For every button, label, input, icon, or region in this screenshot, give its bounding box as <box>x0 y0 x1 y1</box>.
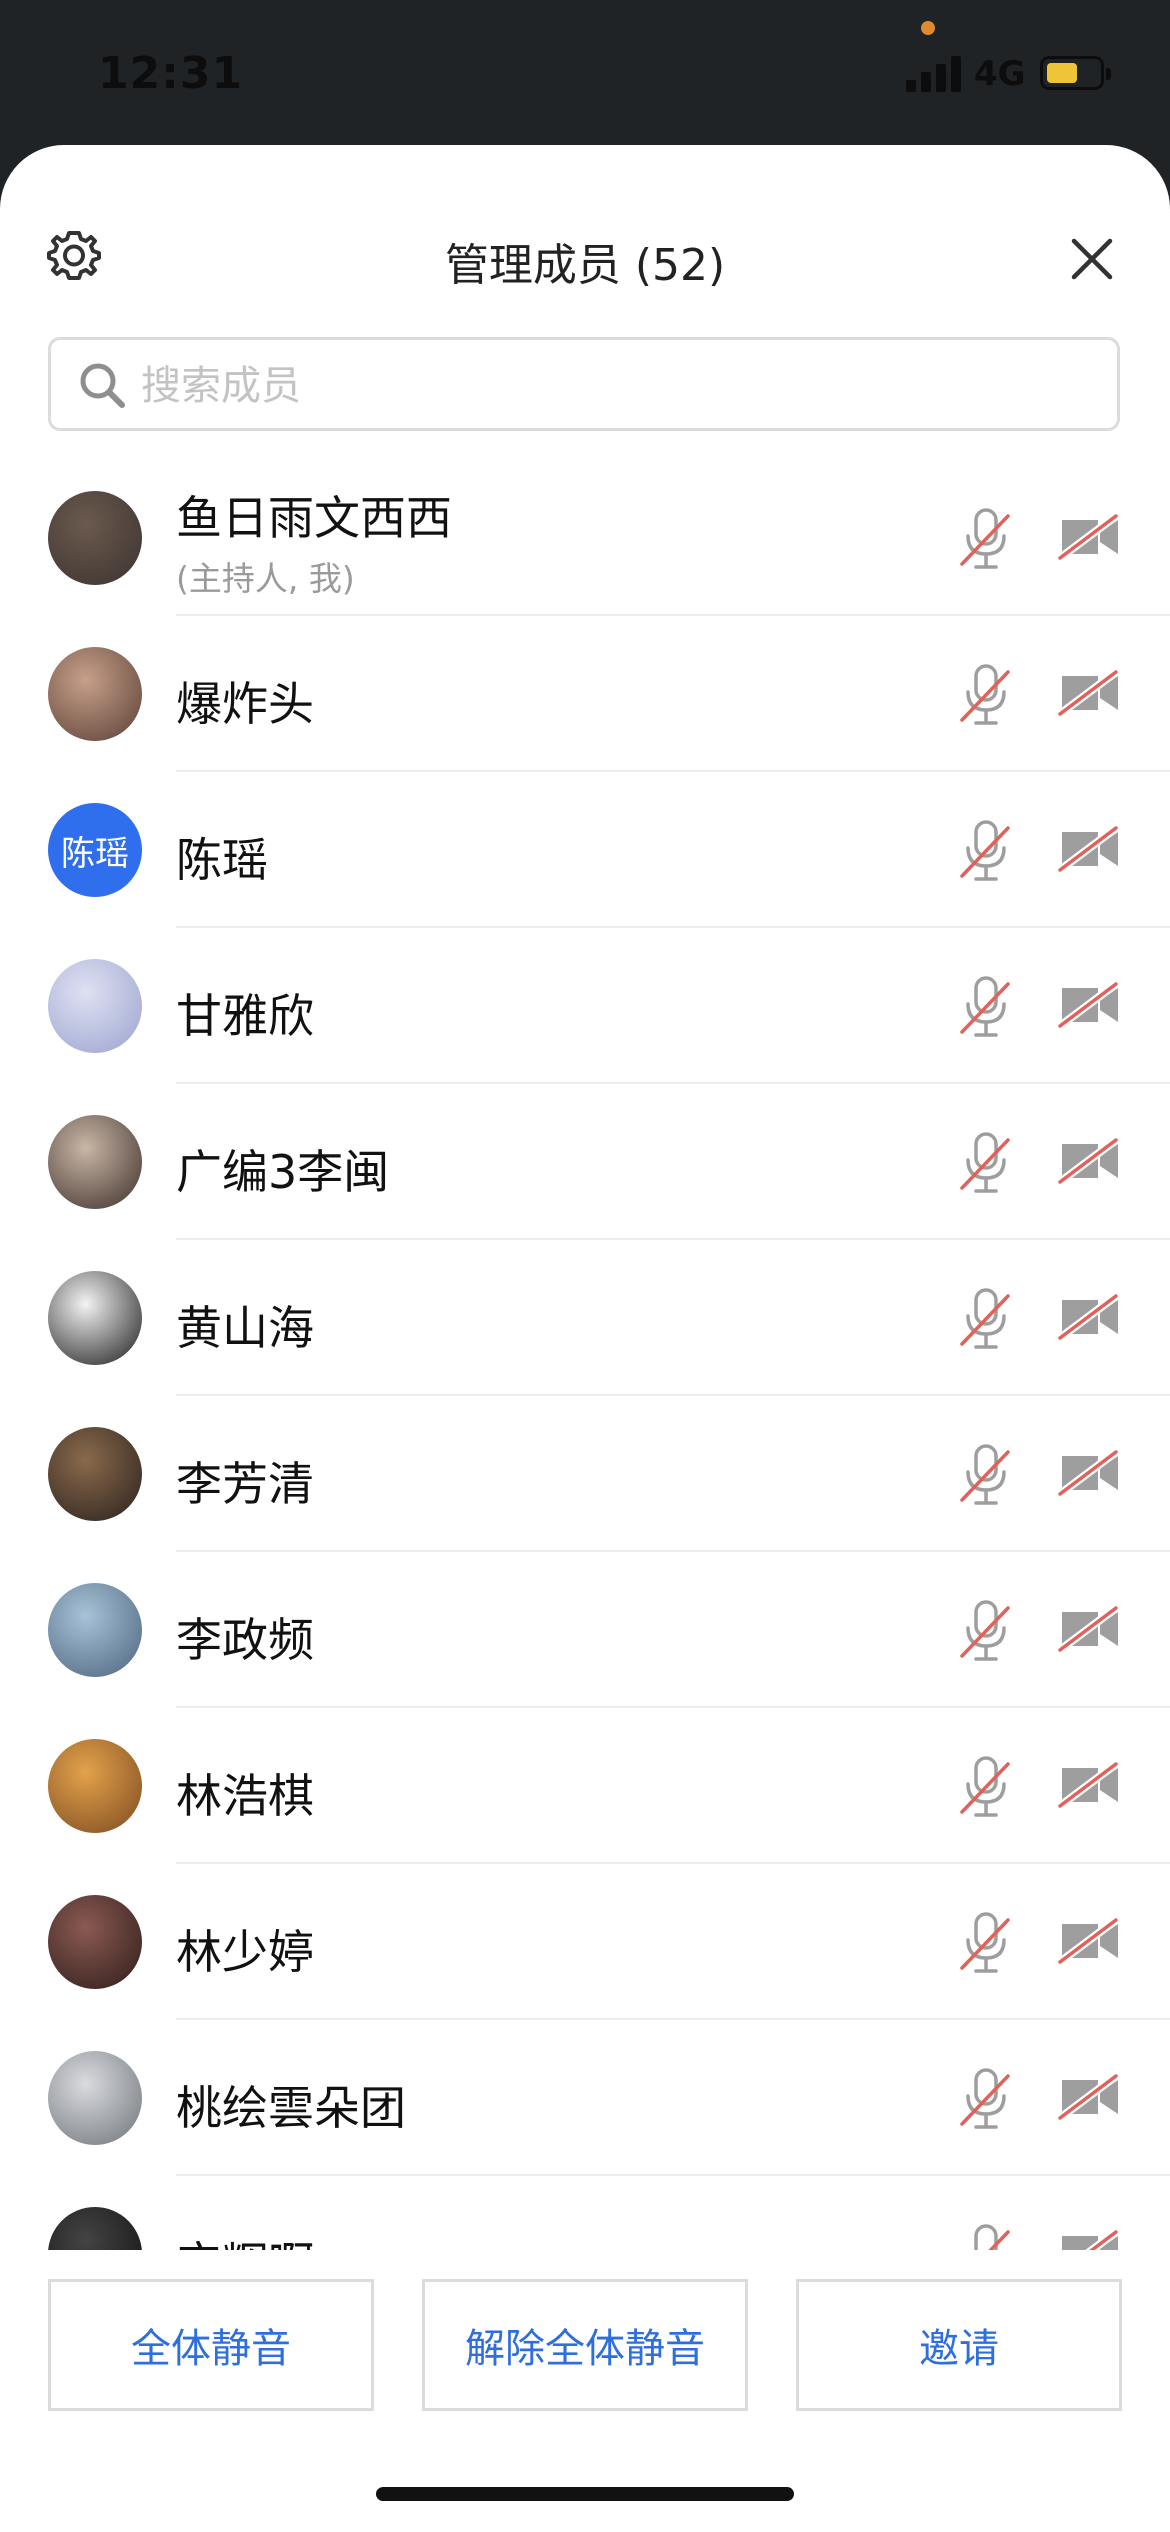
member-row[interactable]: 李政频 <box>0 1552 1170 1708</box>
member-avatar <box>48 1115 142 1209</box>
member-avatar <box>48 959 142 1053</box>
member-list: 鱼日雨文西西 (主持人, 我) 爆炸头陈瑶 陈瑶甘雅欣广编3李闽黄山海李芳清李政频林浩… <box>0 460 1170 2250</box>
cellular-signal-icon <box>906 56 962 92</box>
member-avatar <box>48 2051 142 2145</box>
mic-muted-icon[interactable] <box>958 1598 1014 1664</box>
camera-off-icon[interactable] <box>1058 2228 1122 2250</box>
camera-off-icon[interactable] <box>1056 1760 1122 1810</box>
member-row[interactable]: 林浩棋 <box>0 1708 1170 1864</box>
mic-muted-icon[interactable] <box>958 662 1014 728</box>
camera-off-icon[interactable] <box>1056 512 1122 562</box>
camera-off-icon[interactable] <box>1056 1604 1122 1654</box>
home-indicator <box>376 2487 794 2501</box>
mic-muted-icon[interactable] <box>958 1754 1014 1820</box>
member-name: 黄山海 <box>176 1301 314 1355</box>
member-row[interactable]: 林少婷 <box>0 1864 1170 2020</box>
member-row[interactable]: 甘雅欣 <box>0 928 1170 1084</box>
member-avatar <box>48 1739 142 1833</box>
search-icon <box>80 363 125 408</box>
status-time: 12:31 <box>98 48 244 99</box>
mic-muted-icon[interactable] <box>958 2222 1014 2250</box>
camera-off-icon[interactable] <box>1056 1916 1122 1966</box>
invite-button[interactable]: 邀请 <box>796 2279 1122 2411</box>
member-role: (主持人, 我) <box>176 559 355 598</box>
privacy-indicator-dot <box>921 21 935 35</box>
member-avatar <box>48 2207 142 2250</box>
member-avatar <box>48 491 142 585</box>
camera-off-icon[interactable] <box>1056 1448 1122 1498</box>
battery-icon <box>1040 56 1111 90</box>
status-bar: 12:31 4G <box>0 0 1170 145</box>
camera-off-icon[interactable] <box>1056 1136 1122 1186</box>
mic-muted-icon[interactable] <box>958 506 1014 572</box>
member-row[interactable]: 宝辉啊 <box>0 2176 1170 2250</box>
member-name: 桃绘雲朵团 <box>176 2081 406 2135</box>
mic-muted-icon[interactable] <box>958 974 1014 1040</box>
member-avatar: 陈瑶 <box>48 803 142 897</box>
member-name: 林少婷 <box>176 1925 314 1979</box>
camera-off-icon[interactable] <box>1056 824 1122 874</box>
mic-muted-icon[interactable] <box>958 1910 1014 1976</box>
member-row[interactable]: 李芳清 <box>0 1396 1170 1552</box>
member-row[interactable]: 桃绘雲朵团 <box>0 2020 1170 2176</box>
mic-muted-icon[interactable] <box>958 818 1014 884</box>
member-row[interactable]: 陈瑶 陈瑶 <box>0 772 1170 928</box>
mic-muted-icon[interactable] <box>958 1286 1014 1352</box>
member-name: 广编3李闽 <box>176 1145 390 1199</box>
member-name: 宝辉啊 <box>176 2228 314 2250</box>
member-name: 鱼日雨文西西 <box>176 491 452 545</box>
mic-muted-icon[interactable] <box>958 1442 1014 1508</box>
member-row[interactable]: 鱼日雨文西西 (主持人, 我) <box>0 460 1170 616</box>
mic-muted-icon[interactable] <box>958 2066 1014 2132</box>
member-name: 陈瑶 <box>176 833 268 887</box>
page-title: 管理成员 (52) <box>444 240 726 291</box>
member-avatar <box>48 1895 142 1989</box>
member-avatar <box>48 1271 142 1365</box>
member-avatar <box>48 1583 142 1677</box>
member-row[interactable]: 爆炸头 <box>0 616 1170 772</box>
search-input[interactable] <box>139 350 1083 422</box>
member-row[interactable]: 黄山海 <box>0 1240 1170 1396</box>
member-name: 林浩棋 <box>176 1769 314 1823</box>
camera-off-icon[interactable] <box>1056 980 1122 1030</box>
search-box <box>48 337 1120 431</box>
camera-off-icon[interactable] <box>1056 668 1122 718</box>
member-name: 李政频 <box>176 1613 314 1667</box>
member-name: 李芳清 <box>176 1457 314 1511</box>
member-row[interactable]: 广编3李闽 <box>0 1084 1170 1240</box>
camera-off-icon[interactable] <box>1056 2072 1122 2122</box>
camera-off-icon[interactable] <box>1056 1292 1122 1342</box>
network-type: 4G <box>974 54 1026 94</box>
close-icon[interactable] <box>1070 237 1114 281</box>
unmute-all-button[interactable]: 解除全体静音 <box>422 2279 748 2411</box>
member-name: 爆炸头 <box>176 677 314 731</box>
mic-muted-icon[interactable] <box>958 1130 1014 1196</box>
member-avatar <box>48 647 142 741</box>
sheet-header: 管理成员 (52) <box>0 145 1170 320</box>
mute-all-button[interactable]: 全体静音 <box>48 2279 374 2411</box>
member-name: 甘雅欣 <box>176 989 314 1043</box>
manage-members-sheet: 管理成员 (52) 鱼日雨文西西 (主持人, 我) 爆炸头陈瑶陈瑶甘雅欣广编3李闽黄… <box>0 145 1170 2532</box>
member-avatar <box>48 1427 142 1521</box>
